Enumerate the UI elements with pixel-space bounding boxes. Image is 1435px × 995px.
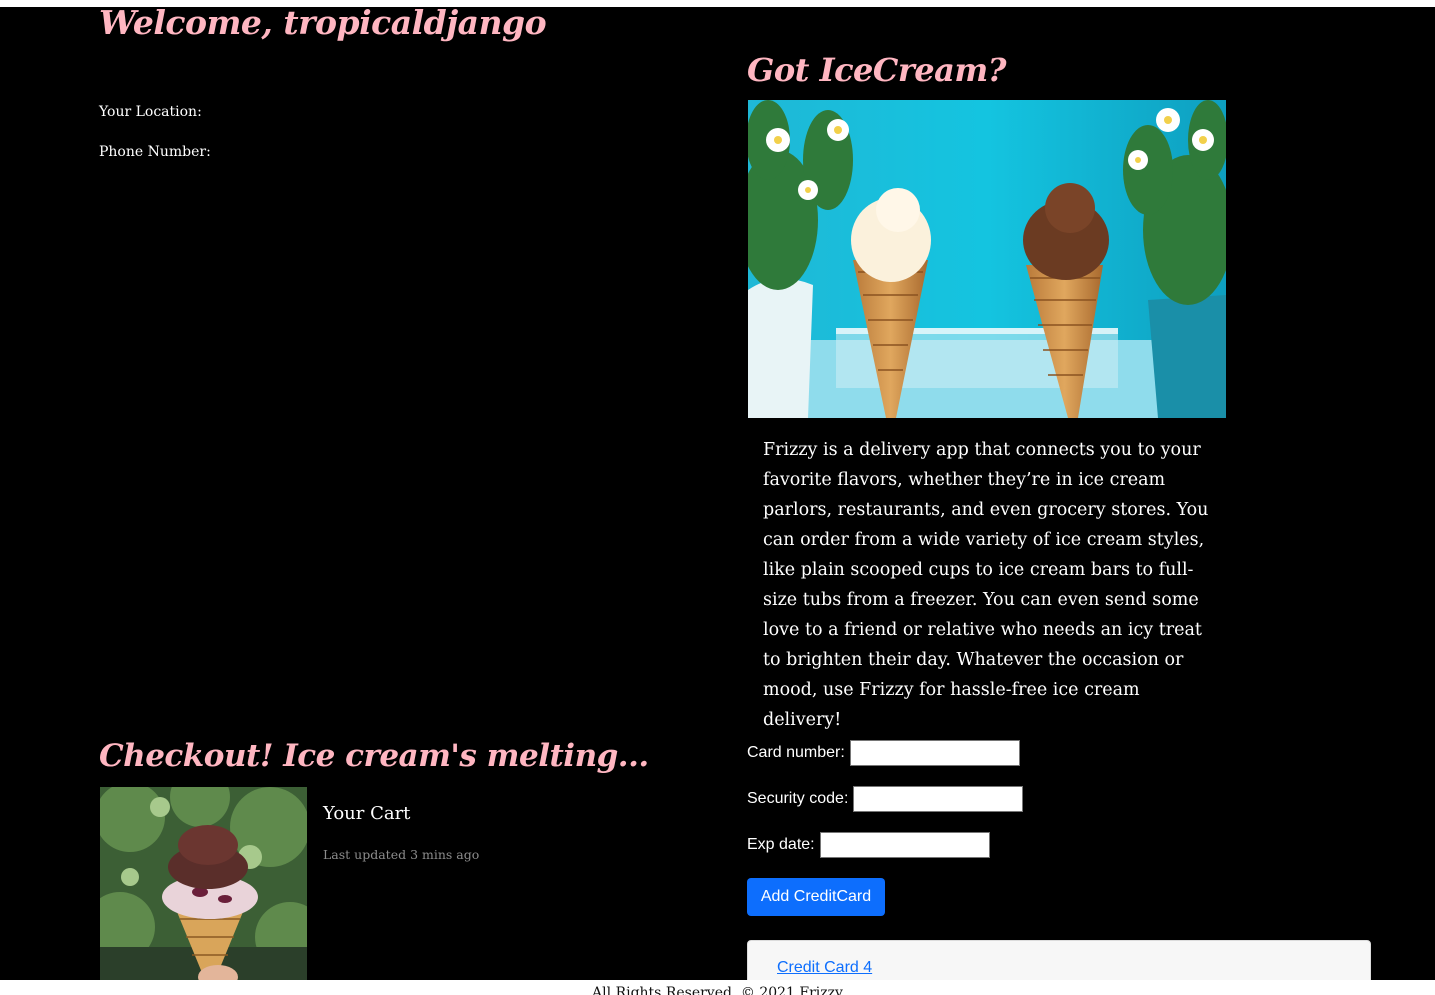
hero-ice-cream-image <box>748 100 1226 418</box>
exp-date-label: Exp date: <box>747 836 815 853</box>
card-number-label: Card number: <box>747 744 845 761</box>
security-code-row: Security code: <box>747 786 1024 812</box>
security-code-input[interactable] <box>853 786 1024 812</box>
cart-ice-cream-image <box>100 787 307 980</box>
about-description: Frizzy is a delivery app that connects y… <box>763 440 1209 730</box>
about-heading: Got IceCream? <box>747 51 1006 89</box>
cart-title: Your Cart <box>323 803 411 824</box>
saved-card-link[interactable]: Credit Card 4 <box>777 959 872 977</box>
cart-updated-text: Last updated 3 mins ago <box>323 847 480 862</box>
card-number-row: Card number: <box>747 740 1020 766</box>
footer-text: All Rights Reserved. © 2021 Frizzy <box>592 985 843 995</box>
exp-date-row: Exp date: <box>747 832 990 858</box>
page-body: Welcome, tropicaldjango Your Location: P… <box>0 7 1435 980</box>
phone-label: Phone Number: <box>99 144 211 160</box>
exp-date-input[interactable] <box>819 832 990 858</box>
card-number-input[interactable] <box>849 740 1020 766</box>
saved-cards-panel: Credit Card 4 <box>747 940 1371 980</box>
location-label: Your Location: <box>99 104 202 120</box>
footer: All Rights Reserved. © 2021 Frizzy <box>0 980 1435 995</box>
checkout-heading: Checkout! Ice cream's melting... <box>99 738 649 774</box>
security-code-label: Security code: <box>747 790 849 807</box>
welcome-heading: Welcome, tropicaldjango <box>99 7 547 42</box>
add-credit-card-button[interactable]: Add CreditCard <box>747 878 885 916</box>
